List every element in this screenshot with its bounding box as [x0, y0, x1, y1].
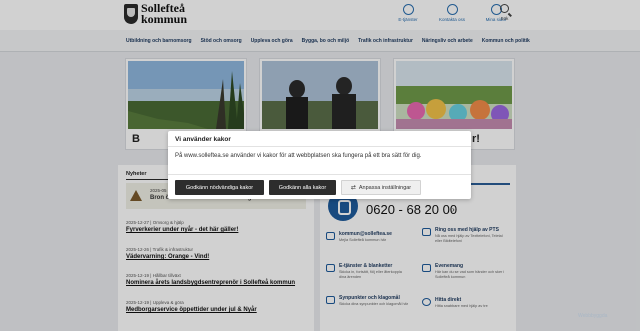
- dialog-title: Vi använder kakor: [175, 136, 231, 143]
- divider: [168, 174, 471, 175]
- watermark: Webbbyggda: [578, 313, 608, 319]
- dialog-text: På www.solleftea.se använder vi kakor fö…: [175, 153, 422, 159]
- customize-settings-button[interactable]: ⇄ Anpassa inställningar: [341, 180, 421, 195]
- accept-all-button[interactable]: Godkänn alla kakor: [269, 180, 336, 195]
- cookie-dialog: Vi använder kakor På www.solleftea.se an…: [168, 131, 471, 199]
- accept-necessary-button[interactable]: Godkänn nödvändiga kakor: [175, 180, 264, 195]
- divider: [168, 146, 471, 147]
- settings-swap-icon: ⇄: [350, 185, 356, 191]
